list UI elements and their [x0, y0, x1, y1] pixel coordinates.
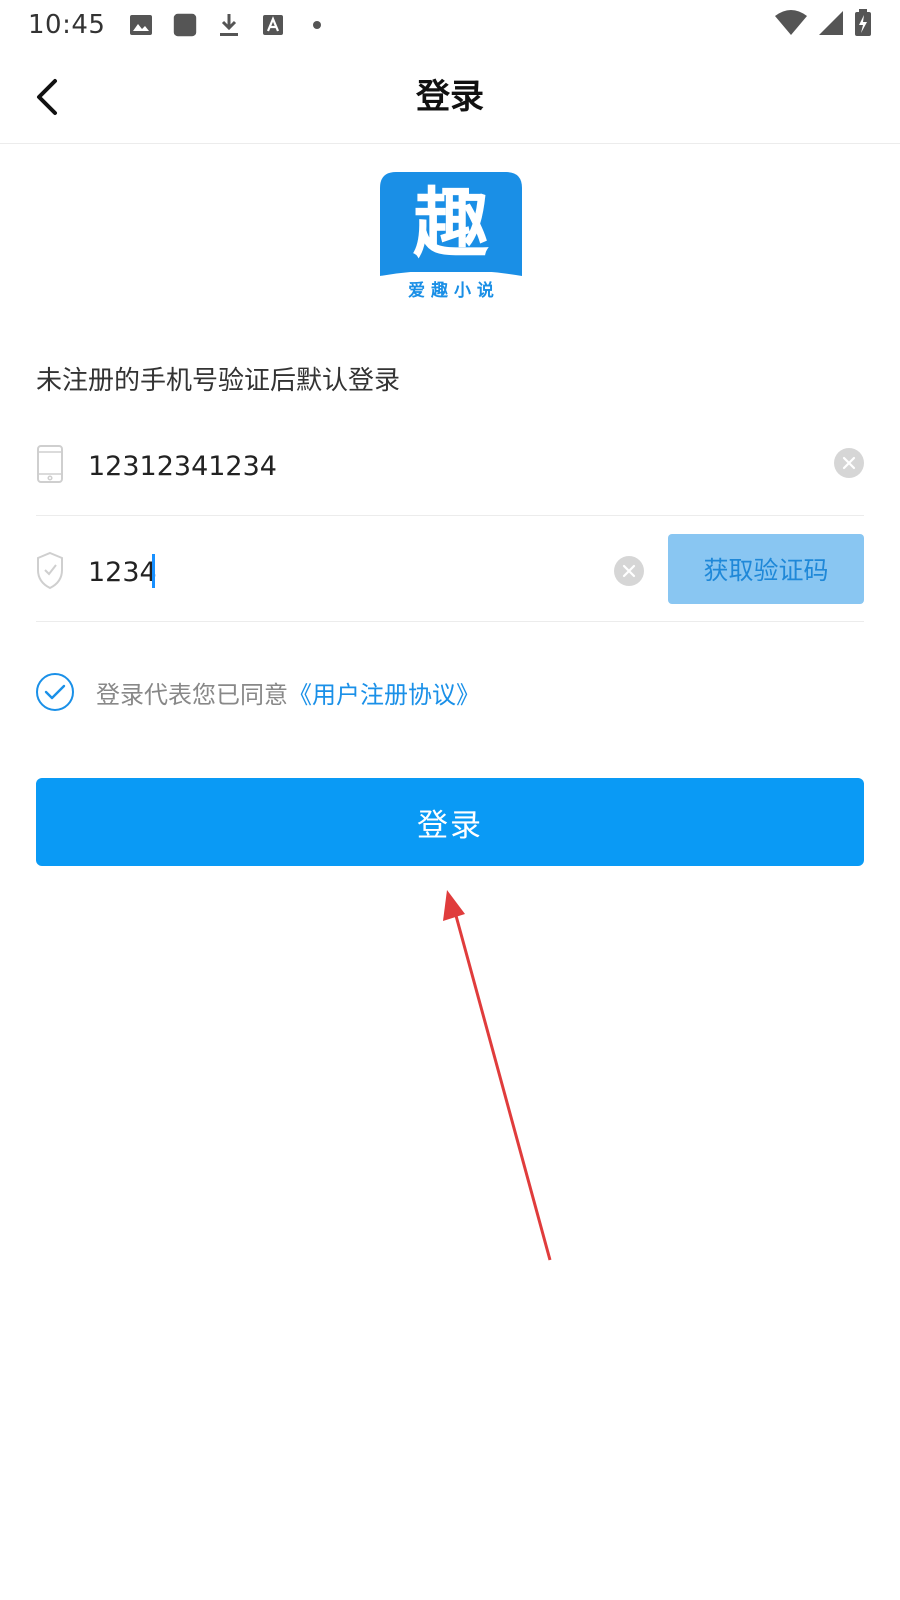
status-notification-icons — [129, 13, 329, 37]
phone-input[interactable] — [88, 444, 768, 488]
user-agreement-link[interactable]: 《用户注册协议》 — [288, 675, 480, 710]
get-code-button[interactable]: 获取验证码 — [668, 534, 864, 604]
font-a-icon — [261, 13, 285, 37]
code-clear-button[interactable] — [614, 556, 644, 586]
login-hint: 未注册的手机号验证后默认登录 — [36, 366, 401, 396]
status-system-icons — [774, 9, 872, 41]
close-icon — [622, 564, 636, 578]
check-icon — [44, 684, 66, 700]
shield-check-icon — [37, 551, 63, 590]
download-icon — [217, 13, 241, 37]
wifi-icon — [774, 10, 808, 40]
page-title: 登录 — [416, 77, 484, 117]
text-caret — [152, 554, 155, 588]
logo-caption: 爱 趣 小 说 — [408, 280, 494, 301]
app-square-icon — [173, 13, 197, 37]
login-button[interactable]: 登录 — [36, 778, 864, 866]
agreement-text: 登录代表您已同意 — [96, 680, 288, 709]
phone-field-row — [36, 420, 864, 516]
dot-icon — [305, 13, 329, 37]
phone-icon — [37, 445, 63, 483]
image-icon — [129, 13, 153, 37]
code-field-row: 获取验证码 — [36, 516, 864, 622]
nav-bar: 登录 — [0, 50, 900, 144]
status-time: 10:45 — [28, 10, 106, 40]
phone-clear-button[interactable] — [834, 448, 864, 478]
agreement-checkbox[interactable] — [36, 673, 74, 711]
status-bar: 10:45 — [0, 0, 900, 50]
logo-main-char: 趣 — [413, 179, 489, 268]
app-logo: 趣 爱 趣 小 说 — [380, 172, 522, 302]
close-icon — [842, 456, 856, 470]
signal-icon — [818, 10, 844, 40]
agreement-row: 登录代表您已同意 《用户注册协议》 — [36, 672, 480, 712]
battery-charging-icon — [854, 9, 872, 41]
